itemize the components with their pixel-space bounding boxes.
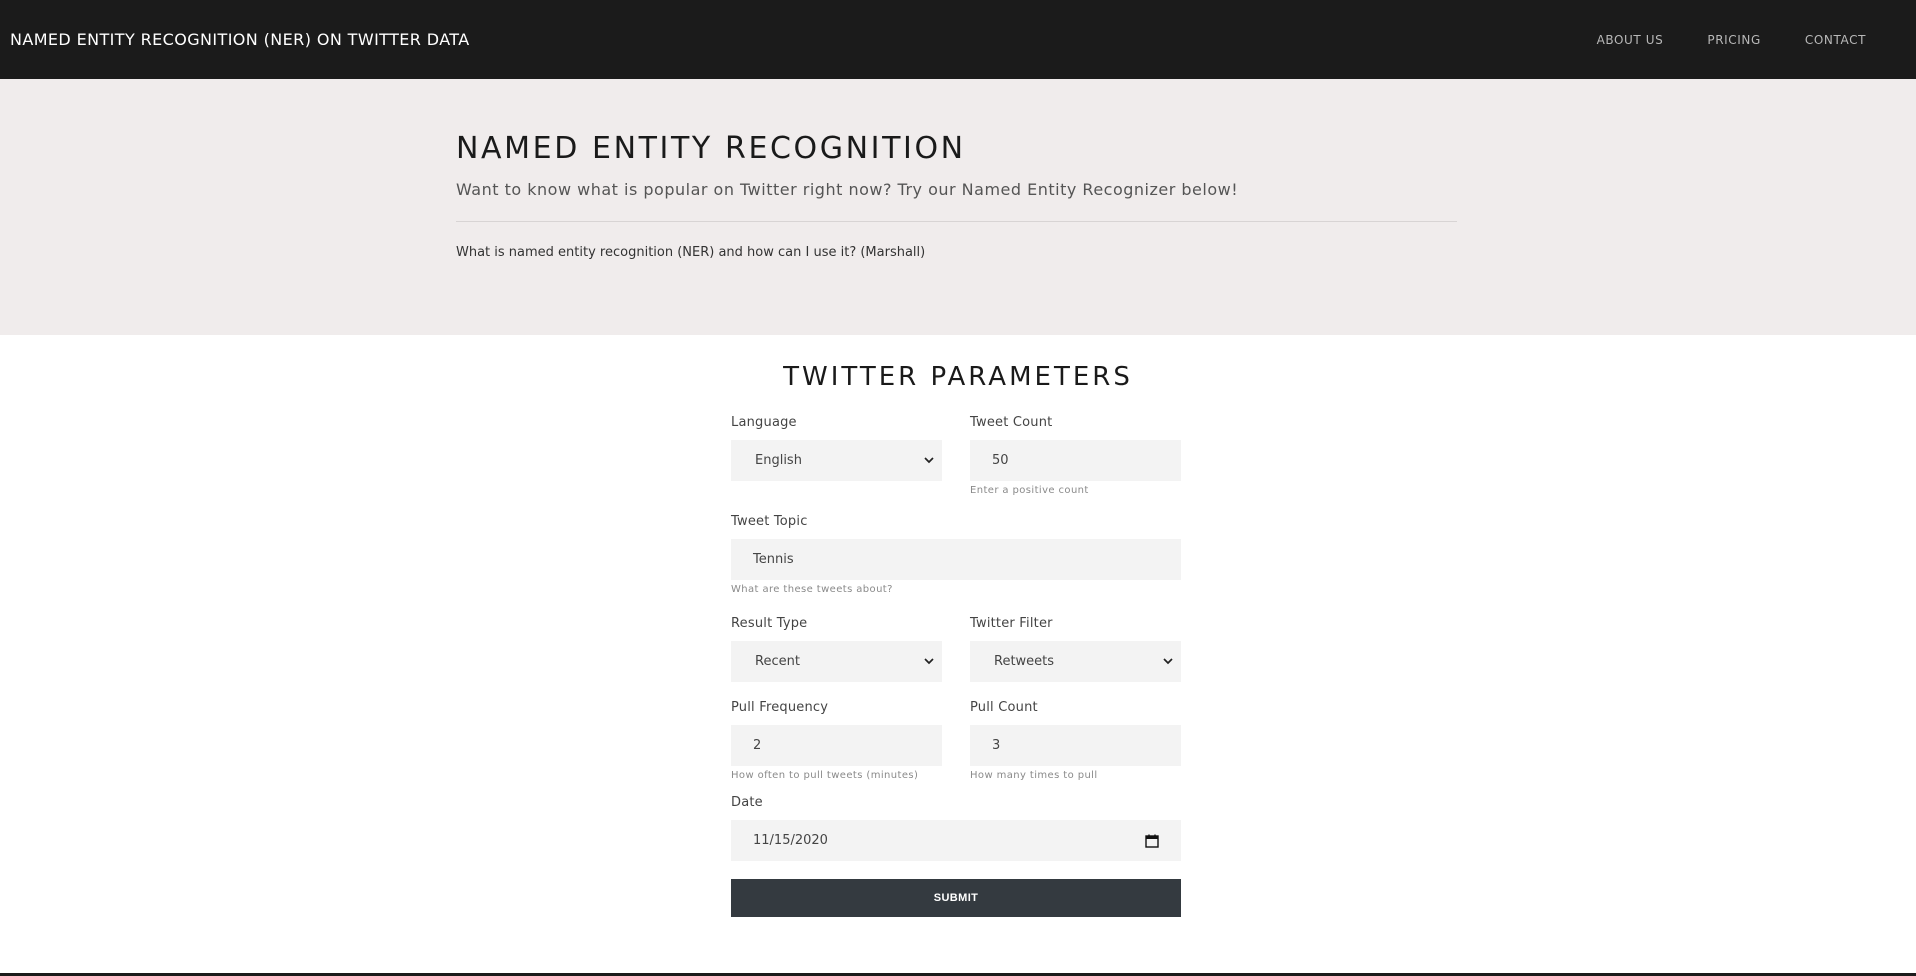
nav-links: ABOUT US PRICING CONTACT bbox=[1553, 33, 1916, 47]
nav-link-contact[interactable]: CONTACT bbox=[1805, 33, 1866, 47]
pull-frequency-label: Pull Frequency bbox=[731, 700, 829, 715]
pull-frequency-value: 2 bbox=[753, 738, 762, 753]
pull-frequency-help: How often to pull tweets (minutes) bbox=[731, 770, 919, 781]
tweet-count-input[interactable]: 50 bbox=[970, 440, 1181, 481]
result-type-select[interactable]: Recent bbox=[731, 641, 942, 682]
nav-link-pricing[interactable]: PRICING bbox=[1707, 33, 1761, 47]
chevron-down-icon bbox=[1161, 655, 1175, 669]
hero-section: NAMED ENTITY RECOGNITION Want to know wh… bbox=[0, 79, 1916, 335]
language-select[interactable]: English bbox=[731, 440, 942, 481]
hero-title: NAMED ENTITY RECOGNITION bbox=[456, 131, 966, 166]
ner-info-link[interactable]: What is named entity recognition (NER) a… bbox=[456, 245, 925, 260]
twitter-filter-select[interactable]: Retweets bbox=[970, 641, 1181, 682]
pull-count-help: How many times to pull bbox=[970, 770, 1098, 781]
pull-count-label: Pull Count bbox=[970, 700, 1038, 715]
tweet-topic-input[interactable]: Tennis bbox=[731, 539, 1181, 580]
tweet-topic-value: Tennis bbox=[753, 552, 794, 567]
result-type-label: Result Type bbox=[731, 616, 808, 631]
tweet-topic-label: Tweet Topic bbox=[731, 514, 808, 529]
tweet-topic-help: What are these tweets about? bbox=[731, 584, 893, 595]
calendar-icon[interactable] bbox=[1145, 834, 1159, 848]
twitter-parameters-form: Language English Tweet Count 50 Enter a … bbox=[731, 413, 1181, 933]
result-type-value: Recent bbox=[755, 654, 800, 669]
tweet-count-label: Tweet Count bbox=[970, 415, 1053, 430]
pull-count-value: 3 bbox=[992, 738, 1001, 753]
date-label: Date bbox=[731, 795, 763, 810]
language-label: Language bbox=[731, 415, 797, 430]
hero-divider bbox=[456, 221, 1457, 222]
tweet-count-value: 50 bbox=[992, 453, 1009, 468]
brand-link[interactable]: NAMED ENTITY RECOGNITION (NER) ON TWITTE… bbox=[0, 30, 470, 49]
twitter-filter-value: Retweets bbox=[994, 654, 1055, 669]
navbar: NAMED ENTITY RECOGNITION (NER) ON TWITTE… bbox=[0, 0, 1916, 79]
twitter-filter-label: Twitter Filter bbox=[970, 616, 1053, 631]
chevron-down-icon bbox=[922, 454, 936, 468]
date-value: 11/15/2020 bbox=[753, 833, 828, 848]
tweet-count-help: Enter a positive count bbox=[970, 485, 1089, 496]
chevron-down-icon bbox=[922, 655, 936, 669]
language-select-value: English bbox=[755, 453, 802, 468]
nav-link-about-us[interactable]: ABOUT US bbox=[1597, 33, 1664, 47]
pull-frequency-input[interactable]: 2 bbox=[731, 725, 942, 766]
pull-count-input[interactable]: 3 bbox=[970, 725, 1181, 766]
hero-subtitle: Want to know what is popular on Twitter … bbox=[456, 180, 1239, 199]
date-input[interactable]: 11/15/2020 bbox=[731, 820, 1181, 861]
submit-button[interactable]: SUBMIT bbox=[731, 879, 1181, 917]
form-title: TWITTER PARAMETERS bbox=[783, 362, 1133, 392]
